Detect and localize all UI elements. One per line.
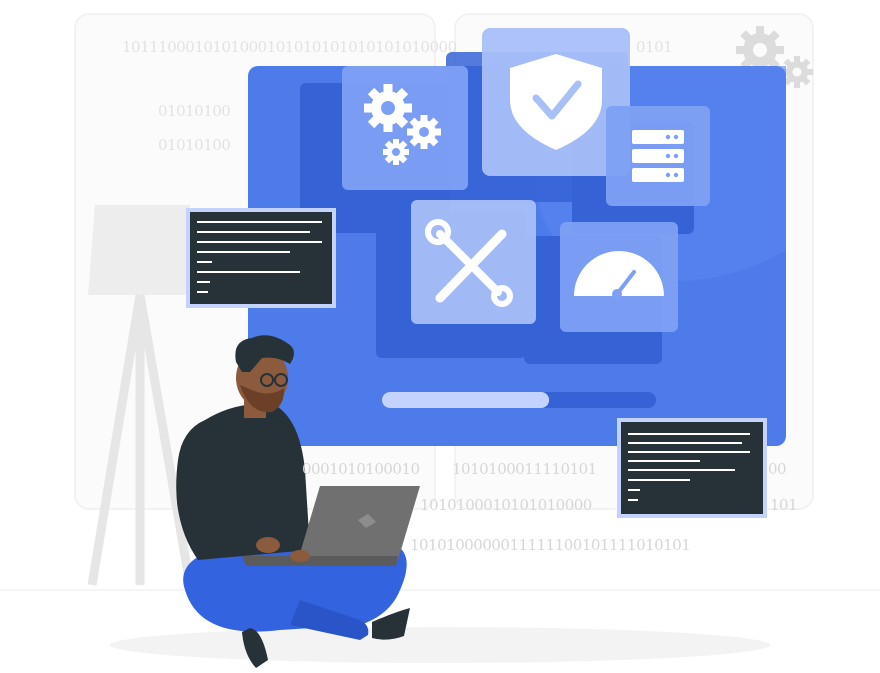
binary-text-5: 1010100010101010000 — [420, 496, 592, 514]
binary-text-1b: 0101 — [636, 38, 673, 56]
binary-text-2: 01010100 — [158, 102, 231, 120]
binary-text-1: 1011100010101000101010101010101010000 — [122, 38, 457, 56]
binary-text-4b: 1010100011110101 — [452, 460, 597, 478]
terminal-window-left — [186, 208, 336, 308]
progress-fill — [382, 392, 550, 408]
tile-settings — [342, 66, 468, 190]
binary-text-6: 1010100000011111100101111010101 — [410, 536, 691, 554]
server-icon — [632, 130, 684, 182]
binary-text-4: 0001010100010 — [302, 460, 420, 478]
illustration — [0, 13, 880, 668]
progress-bar — [382, 392, 656, 408]
terminal-window-right — [617, 418, 767, 518]
floor-shadow — [110, 627, 770, 663]
binary-text-3: 01010100 — [158, 136, 231, 154]
binary-text-4c: 00 — [768, 460, 787, 478]
binary-text-5b: 101 — [770, 496, 798, 514]
